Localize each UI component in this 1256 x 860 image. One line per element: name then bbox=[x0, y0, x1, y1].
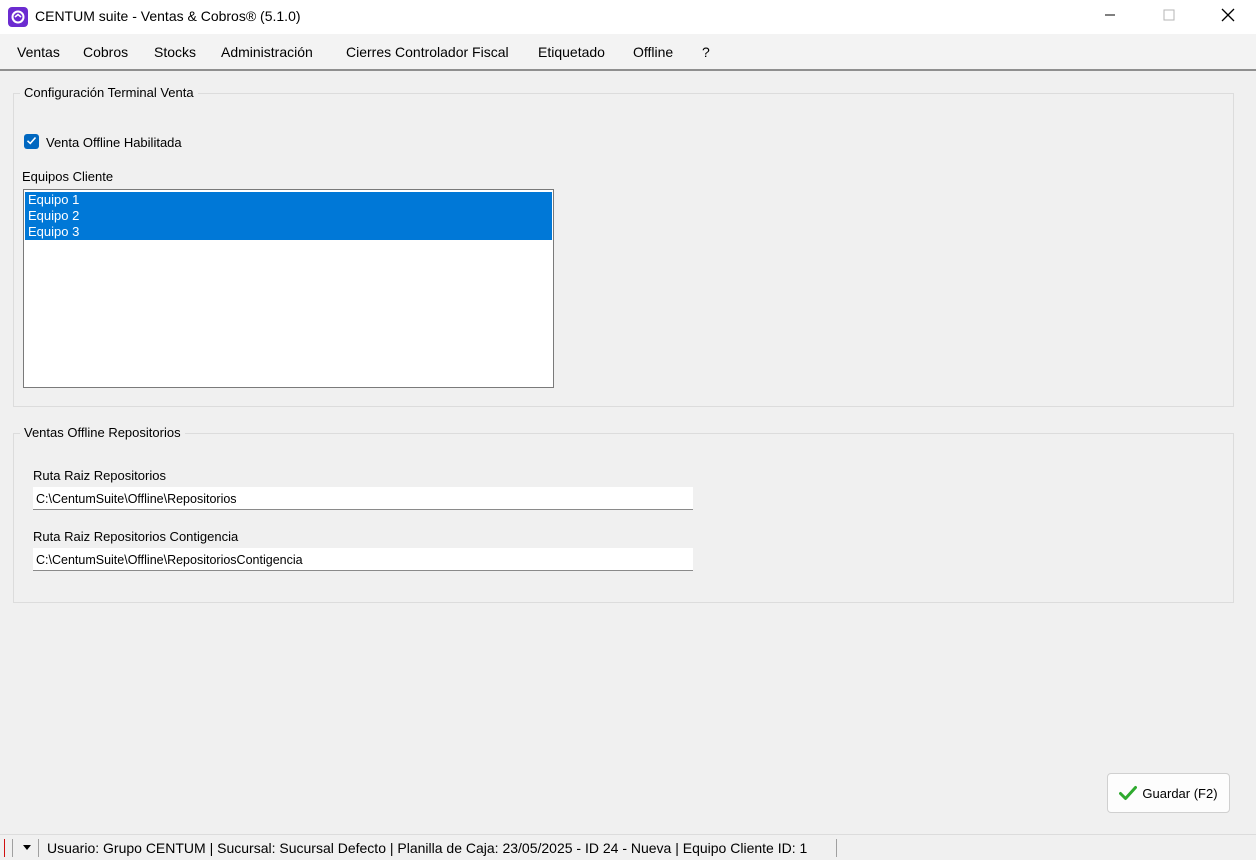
status-divider bbox=[38, 839, 39, 857]
repositorios-group: Ventas Offline Repositorios bbox=[13, 425, 1234, 603]
maximize-icon bbox=[1163, 8, 1175, 26]
ruta-raiz-label: Ruta Raiz Repositorios bbox=[33, 468, 166, 483]
checkmark-icon bbox=[26, 133, 37, 151]
menu-bar: Ventas Cobros Stocks Administración Cier… bbox=[0, 34, 1256, 71]
menu-stocks[interactable]: Stocks bbox=[154, 44, 196, 60]
ruta-contingencia-label: Ruta Raiz Repositorios Contigencia bbox=[33, 529, 239, 544]
menu-cierres-controlador-fiscal[interactable]: Cierres Controlador Fiscal bbox=[346, 44, 509, 60]
guardar-button[interactable]: Guardar (F2) bbox=[1107, 773, 1230, 813]
ruta-raiz-input[interactable]: C:\CentumSuite\Offline\Repositorios bbox=[33, 487, 693, 510]
minimize-button[interactable] bbox=[1080, 0, 1140, 34]
list-item-equipo-2[interactable]: Equipo 2 bbox=[25, 208, 552, 224]
centum-app-icon bbox=[8, 7, 28, 27]
close-button[interactable] bbox=[1198, 0, 1256, 34]
ruta-contingencia-input[interactable]: C:\CentumSuite\Offline\RepositoriosConti… bbox=[33, 548, 693, 571]
status-divider bbox=[12, 839, 13, 857]
close-icon bbox=[1221, 8, 1235, 27]
menu-administracion[interactable]: Administración bbox=[221, 44, 313, 60]
status-divider bbox=[836, 839, 837, 857]
title-bar: CENTUM suite - Ventas & Cobros® (5.1.0) bbox=[0, 0, 1256, 34]
list-item-equipo-3[interactable]: Equipo 3 bbox=[25, 224, 552, 240]
status-text: Usuario: Grupo CENTUM | Sucursal: Sucurs… bbox=[47, 840, 808, 856]
status-dropdown-button[interactable] bbox=[17, 837, 37, 857]
list-item-equipo-1[interactable]: Equipo 1 bbox=[25, 192, 552, 208]
terminal-config-legend: Configuración Terminal Venta bbox=[20, 85, 198, 100]
menu-offline[interactable]: Offline bbox=[633, 44, 673, 60]
checkmark-icon bbox=[1119, 785, 1138, 801]
chevron-down-icon bbox=[23, 838, 31, 856]
window-title: CENTUM suite - Ventas & Cobros® (5.1.0) bbox=[35, 8, 301, 24]
status-bar: Usuario: Grupo CENTUM | Sucursal: Sucurs… bbox=[0, 834, 1256, 860]
equipos-cliente-label: Equipos Cliente bbox=[22, 169, 114, 184]
maximize-button[interactable] bbox=[1139, 0, 1199, 34]
status-marker bbox=[4, 839, 5, 857]
guardar-label: Guardar (F2) bbox=[1142, 785, 1218, 801]
venta-offline-label[interactable]: Venta Offline Habilitada bbox=[46, 135, 182, 150]
equipos-cliente-list[interactable]: Equipo 1 Equipo 2 Equipo 3 bbox=[23, 189, 554, 388]
repositorios-legend: Ventas Offline Repositorios bbox=[20, 425, 185, 440]
minimize-icon bbox=[1104, 8, 1116, 26]
menu-ventas[interactable]: Ventas bbox=[17, 44, 60, 60]
venta-offline-checkbox[interactable] bbox=[24, 134, 39, 149]
menu-cobros[interactable]: Cobros bbox=[83, 44, 128, 60]
menu-help[interactable]: ? bbox=[702, 44, 710, 60]
menu-etiquetado[interactable]: Etiquetado bbox=[538, 44, 605, 60]
